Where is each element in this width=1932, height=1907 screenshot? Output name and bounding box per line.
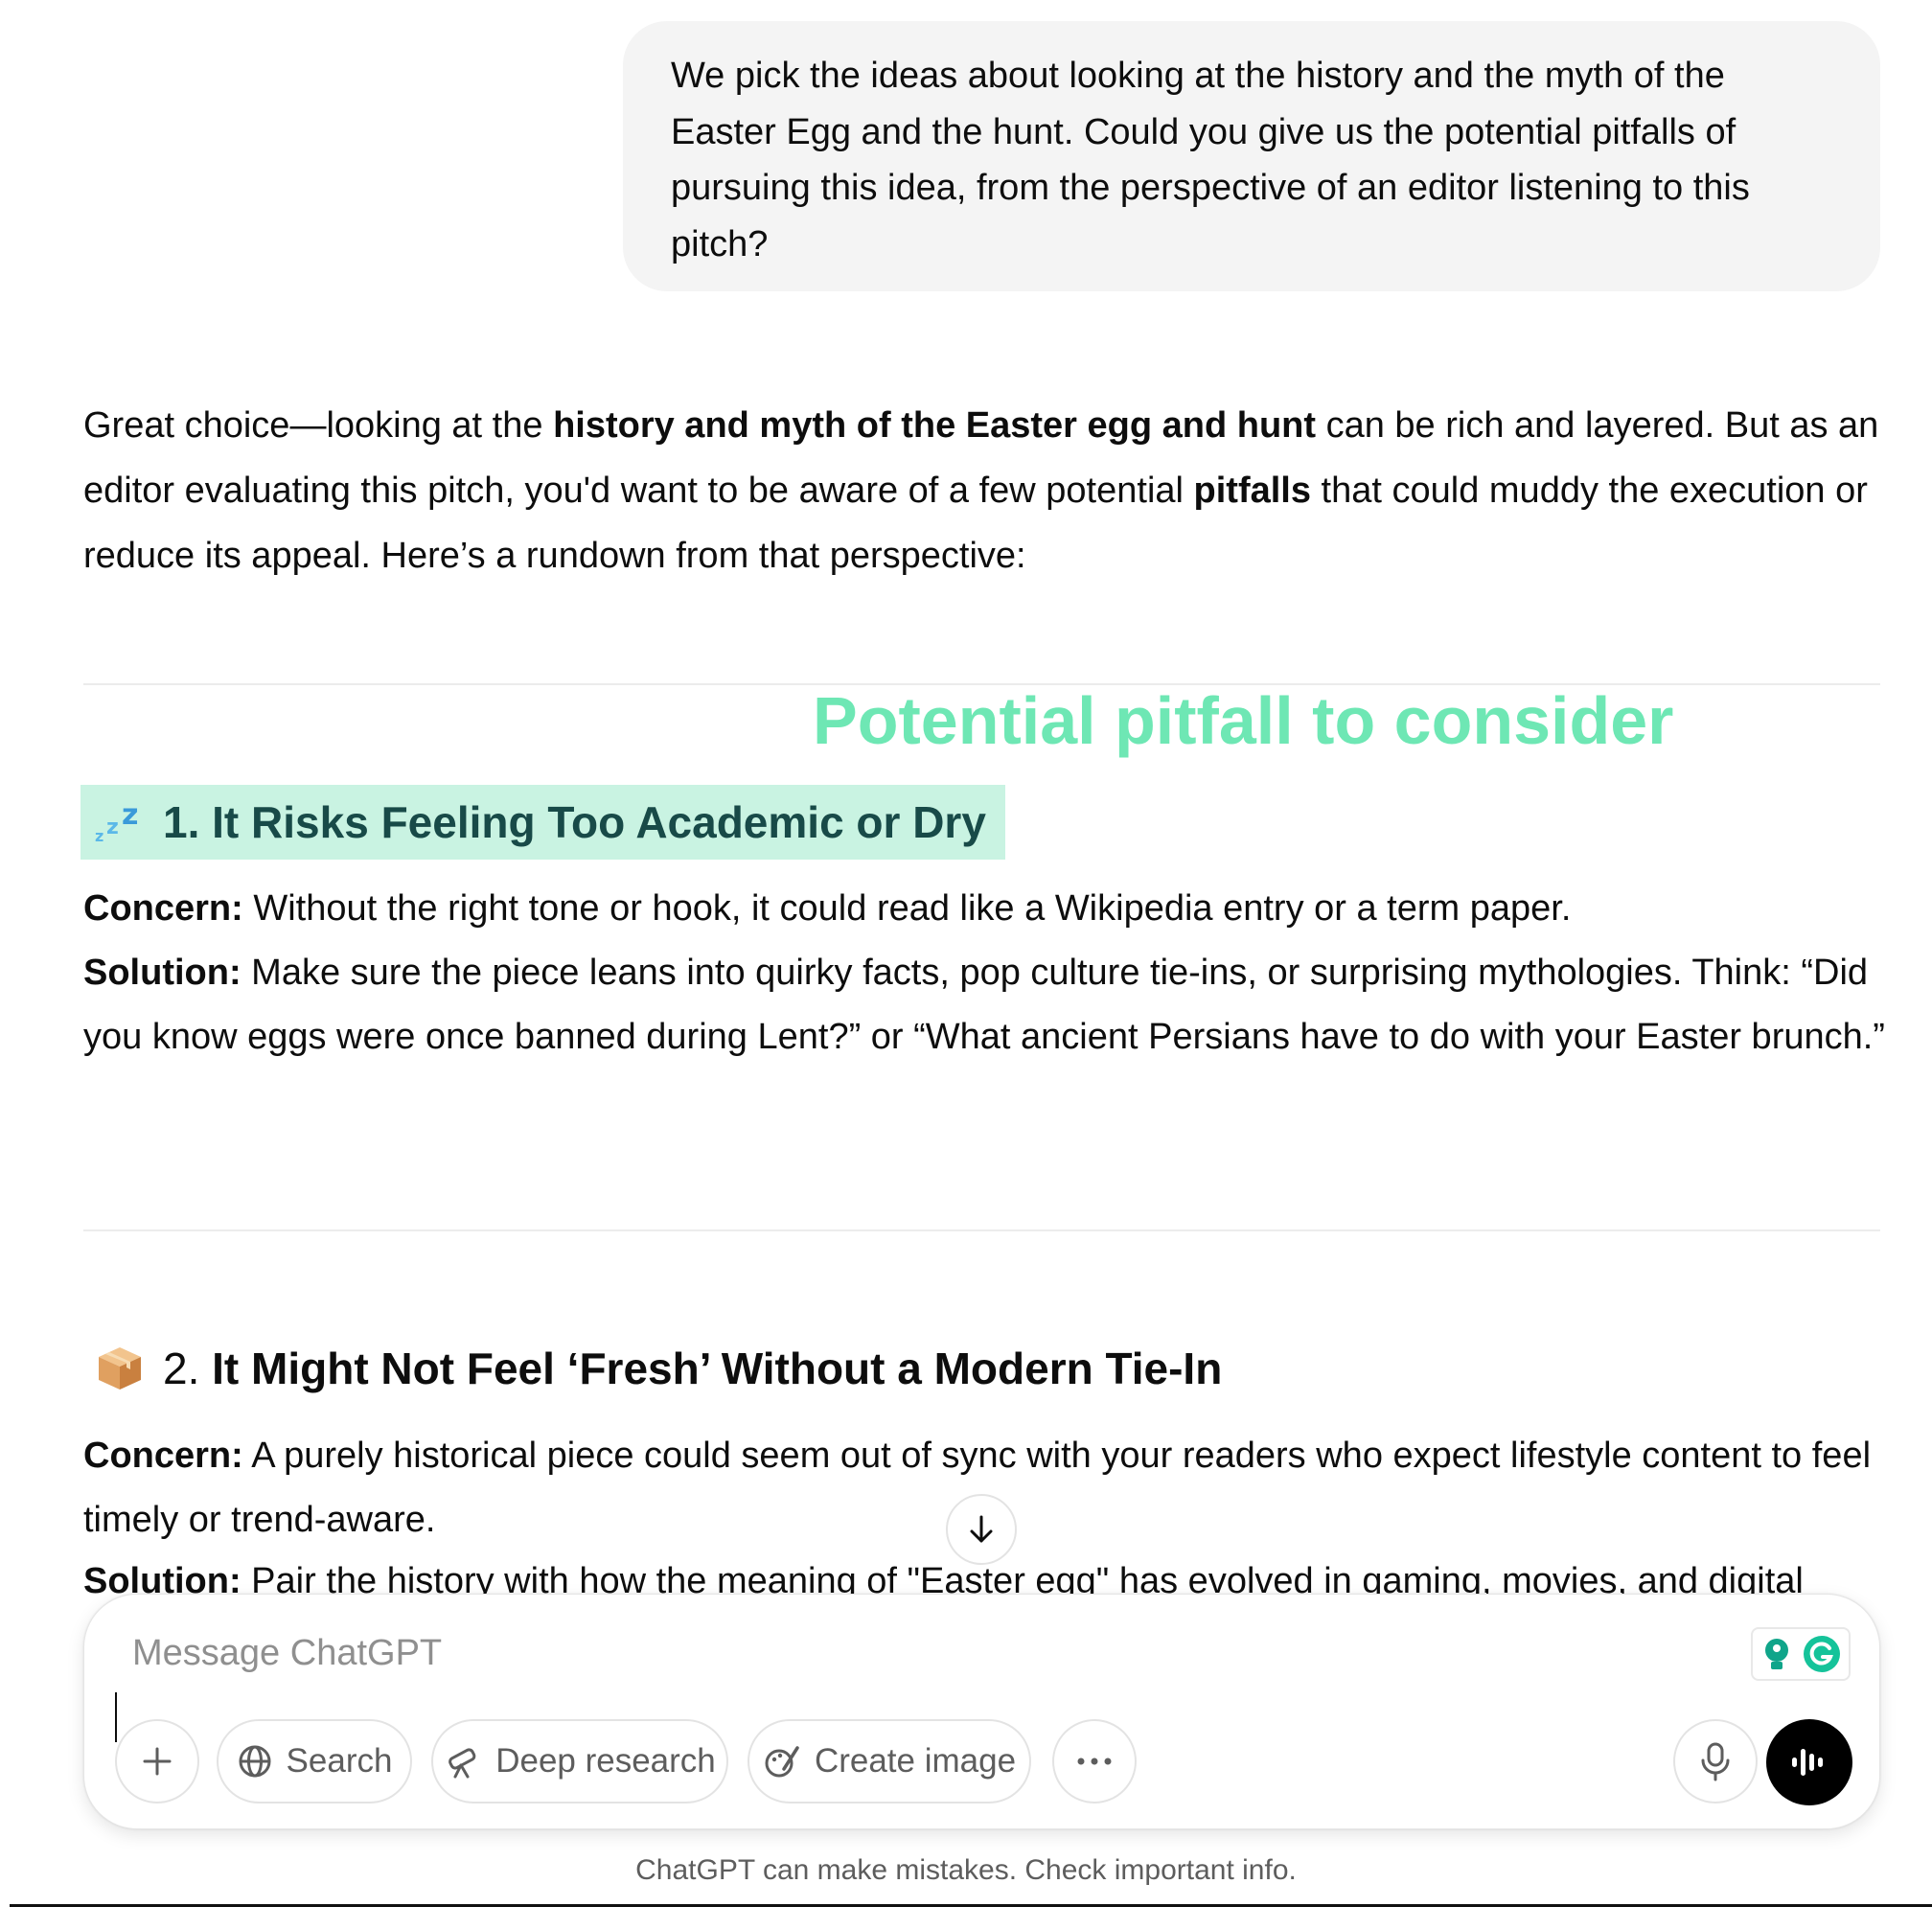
section-number-2: 2.: [163, 1344, 200, 1393]
create-image-button-label: Create image: [814, 1742, 1017, 1780]
search-button-label: Search: [286, 1742, 393, 1780]
microphone-icon: [1701, 1742, 1730, 1781]
svg-text:z: z: [106, 816, 119, 839]
create-image-button[interactable]: Create image: [748, 1719, 1031, 1804]
intro-text-1: Great choice—looking at the: [83, 405, 554, 446]
arrow-down-icon: [970, 1515, 993, 1543]
ellipsis-icon: [1077, 1758, 1112, 1765]
sleeping-zzz-icon: z z z: [90, 793, 150, 852]
solution-text: Make sure the piece leans into quirky fa…: [83, 953, 1885, 1057]
section-title-2: It Might Not Feel ‘Fresh’ Without a Mode…: [212, 1344, 1223, 1393]
solution-label: Solution:: [83, 953, 242, 993]
add-attachment-button[interactable]: [115, 1719, 199, 1804]
disclaimer-text: ChatGPT can make mistakes. Check importa…: [635, 1854, 1297, 1886]
dictate-button[interactable]: [1673, 1719, 1758, 1804]
user-message-text: We pick the ideas about looking at the h…: [671, 56, 1750, 264]
svg-text:z: z: [95, 827, 104, 845]
section-heading-2: 2. It Might Not Feel ‘Fresh’ Without a M…: [80, 1331, 1241, 1406]
section-heading-1: z z z 1. It Risks Feeling Too Academic o…: [80, 785, 1005, 860]
intro-bold-2: pitfalls: [1193, 471, 1311, 511]
section-number-1: 1.: [163, 797, 200, 847]
search-button[interactable]: Search: [217, 1719, 412, 1804]
annotation-label: Potential pitfall to consider: [813, 683, 1674, 758]
voice-mode-button[interactable]: [1766, 1719, 1852, 1805]
message-input[interactable]: Message ChatGPT: [132, 1633, 442, 1674]
scroll-to-bottom-button[interactable]: [946, 1494, 1017, 1565]
voice-waveform-icon: [1792, 1749, 1823, 1776]
deep-research-button[interactable]: Deep research: [431, 1719, 728, 1804]
user-message-bubble: We pick the ideas about looking at the h…: [623, 21, 1880, 291]
plus-icon: [143, 1747, 172, 1776]
concern-label: Concern:: [83, 888, 243, 929]
section-title-1: It Risks Feeling Too Academic or Dry: [212, 797, 986, 847]
assistant-intro: Great choice—looking at the history and …: [83, 393, 1885, 588]
section-1-solution: Solution: Make sure the piece leans into…: [83, 941, 1885, 1069]
concern-label: Concern:: [83, 1436, 243, 1476]
text-caret: [115, 1692, 117, 1742]
svg-text:z: z: [122, 798, 138, 832]
message-composer[interactable]: Message ChatGPT Search Deep research Cre…: [83, 1594, 1880, 1829]
telescope-icon: [448, 1748, 476, 1779]
divider: [83, 1229, 1880, 1231]
deep-research-button-label: Deep research: [495, 1742, 716, 1780]
concern-text: Without the right tone or hook, it could…: [242, 888, 1572, 929]
intro-bold-1: history and myth of the Easter egg and h…: [553, 405, 1317, 446]
image-brush-icon: [765, 1746, 799, 1778]
section-1-concern: Concern: Without the right tone or hook,…: [83, 877, 1885, 941]
more-options-button[interactable]: [1052, 1719, 1137, 1804]
globe-icon: [239, 1745, 271, 1778]
lightbulb-icon[interactable]: [1760, 1635, 1794, 1673]
extension-icons[interactable]: [1751, 1627, 1851, 1681]
package-box-icon: [90, 1339, 150, 1398]
grammarly-icon[interactable]: [1802, 1634, 1842, 1674]
